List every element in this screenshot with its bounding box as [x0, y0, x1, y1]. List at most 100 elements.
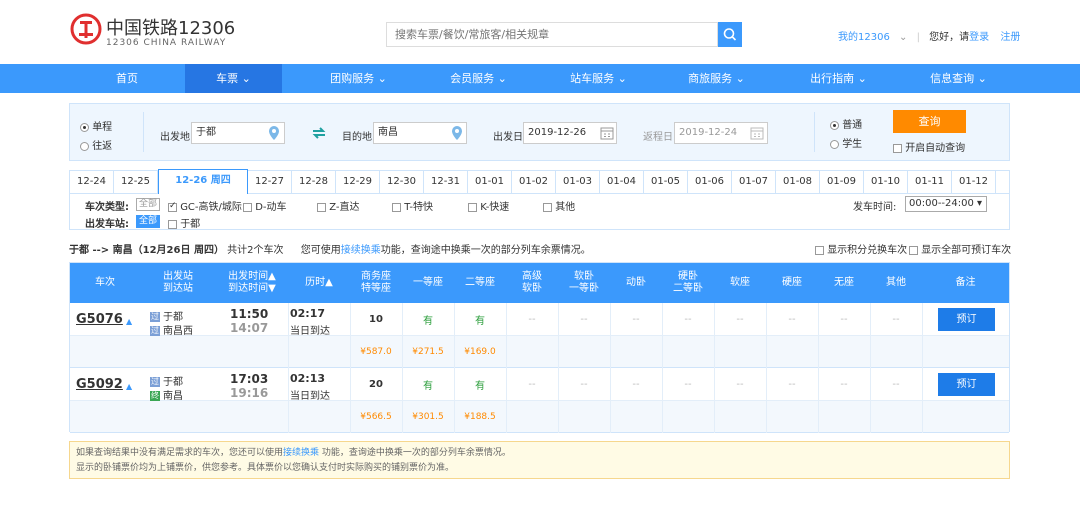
seat-availability[interactable]: 有 [402, 368, 454, 400]
notice-transfer-link[interactable]: 接续换乘 [283, 448, 319, 458]
date-tab[interactable]: 01-06 [688, 171, 732, 193]
seat-price: ¥188.5 [464, 411, 496, 422]
type-gc-option[interactable]: GC-高铁/城际 [168, 198, 242, 213]
login-link[interactable]: 登录 [969, 32, 989, 43]
date-tab[interactable]: 12-25 [114, 171, 158, 193]
type-z-option[interactable]: Z-直达 [317, 198, 359, 213]
railway-logo-icon[interactable] [70, 13, 102, 45]
seat-availability: -- [632, 378, 640, 390]
checkbox-icon [392, 202, 401, 212]
seat-price: ¥566.5 [360, 411, 392, 422]
nav-info[interactable]: 信息查询 ⌄ [910, 64, 1007, 93]
book-button[interactable]: 预订 [938, 373, 995, 396]
type-other-option[interactable]: 其他 [543, 198, 575, 213]
seat-availability: -- [528, 378, 536, 390]
date-tab[interactable]: 12-26 周四 [158, 169, 248, 194]
date-tab[interactable]: 01-05 [644, 171, 688, 193]
calendar-icon[interactable] [600, 126, 614, 140]
train-table: 车次 出发站 到达站 出发时间▲ 到达时间▼ 历时▲ 商务座 特等座 一等座 二等座 高级 软… [69, 262, 1010, 433]
date-tab[interactable]: 01-12 [952, 171, 996, 193]
date-tab[interactable]: 01-11 [908, 171, 952, 193]
nav-label: 团购服务 [330, 72, 375, 85]
expand-arrow-icon[interactable]: ▲ [126, 382, 132, 391]
normal-option[interactable]: 普通 [830, 116, 862, 131]
search-button[interactable] [718, 22, 742, 47]
column-header[interactable]: 出发时间▲ 到达时间▼ [216, 263, 288, 303]
book-button[interactable]: 预订 [938, 308, 995, 331]
nav-label: 商旅服务 [688, 72, 733, 85]
my12306-link[interactable]: 我的12306 [838, 32, 890, 43]
seat-price: ¥169.0 [464, 346, 496, 357]
transfer-link[interactable]: 接续换乘 [341, 245, 381, 256]
column-header[interactable]: 历时▲ [288, 263, 350, 303]
seat-availability[interactable]: 有 [454, 368, 506, 400]
train-type-all[interactable]: 全部 [136, 198, 161, 211]
nav-business[interactable]: 商旅服务 ⌄ [668, 64, 765, 93]
nav-label: 站车服务 [570, 72, 615, 85]
round-trip-option[interactable]: 往返 [80, 137, 112, 152]
swap-stations-icon[interactable] [312, 127, 326, 139]
to-station[interactable]: 过南昌西 [150, 322, 193, 337]
seat-availability: -- [580, 378, 588, 390]
to-station[interactable]: 终南昌 [150, 387, 183, 402]
tip-prefix: 您可使用 [300, 245, 341, 256]
date-tab[interactable]: 12-31 [424, 171, 468, 193]
date-tab[interactable]: 12-29 [336, 171, 380, 193]
depart-station-label: 出发车站: [85, 219, 129, 230]
checkbox-icon [317, 202, 326, 212]
nav-home[interactable]: 首页 [88, 64, 166, 93]
depart-time-select[interactable]: 00:00--24:00 ▾ [905, 196, 987, 212]
date-tab[interactable]: 12-24 [70, 171, 114, 193]
one-way-label: 单程 [92, 122, 113, 133]
auto-query-option[interactable]: 开启自动查询 [893, 139, 965, 154]
station-option[interactable]: 于都 [168, 215, 200, 230]
date-tab[interactable]: 01-02 [512, 171, 556, 193]
date-tab[interactable]: 01-10 [864, 171, 908, 193]
seat-availability[interactable]: 有 [454, 303, 506, 335]
show-all-option[interactable]: 显示全部可预订车次 [909, 241, 1011, 256]
date-tab[interactable]: 01-08 [776, 171, 820, 193]
date-tab[interactable]: 01-09 [820, 171, 864, 193]
train-number[interactable]: G5076 [76, 312, 123, 327]
nav-tickets[interactable]: 车票 ⌄ [185, 64, 282, 93]
arrive-time: 14:07 [230, 321, 269, 335]
station-all[interactable]: 全部 [136, 215, 161, 228]
duration: 02:13 [290, 372, 326, 385]
train-number[interactable]: G5092 [76, 377, 123, 392]
show-points-option[interactable]: 显示积分兑换车次 [815, 241, 907, 256]
student-option[interactable]: 学生 [830, 135, 862, 150]
register-link[interactable]: 注册 [1000, 32, 1020, 43]
brand-name[interactable]: 中国铁路12306 [106, 14, 235, 40]
date-tab[interactable]: 12-27 [248, 171, 292, 193]
column-divider [922, 303, 923, 368]
nav-guide[interactable]: 出行指南 ⌄ [790, 64, 887, 93]
calendar-icon[interactable] [750, 126, 764, 140]
column-header: 软卧 一等卧 [569, 271, 599, 294]
seat-availability: -- [580, 313, 588, 325]
type-t-option[interactable]: T-特快 [392, 198, 433, 213]
date-tab[interactable]: 12-28 [292, 171, 336, 193]
nav-group[interactable]: 团购服务 ⌄ [310, 64, 407, 93]
site-search-input[interactable] [386, 22, 718, 47]
one-way-option[interactable]: 单程 [80, 118, 112, 133]
type-d-option[interactable]: D-动车 [243, 198, 287, 213]
date-tab[interactable]: 01-04 [600, 171, 644, 193]
from-station[interactable]: 过于都 [150, 308, 183, 323]
seat-availability[interactable]: 20 [350, 368, 402, 400]
expand-arrow-icon[interactable]: ▲ [126, 317, 132, 326]
chevron-down-icon: ⌄ [735, 72, 745, 85]
date-tab[interactable]: 12-30 [380, 171, 424, 193]
from-station[interactable]: 过于都 [150, 373, 183, 388]
nav-station[interactable]: 站车服务 ⌄ [550, 64, 647, 93]
date-tab[interactable]: 01-03 [556, 171, 600, 193]
date-tab[interactable]: 01-01 [468, 171, 512, 193]
type-k-option[interactable]: K-快速 [468, 198, 509, 213]
seat-availability[interactable]: 10 [350, 303, 402, 335]
nav-label: 车票 [216, 72, 239, 85]
query-button[interactable]: 查询 [893, 110, 966, 133]
date-tab[interactable]: 01-07 [732, 171, 776, 193]
nav-member[interactable]: 会员服务 ⌄ [430, 64, 527, 93]
table-header: 车次 出发站 到达站 出发时间▲ 到达时间▼ 历时▲ 商务座 特等座 一等座 二等座 高级 软… [70, 263, 1009, 303]
seat-availability[interactable]: 有 [402, 303, 454, 335]
return-date-value: 2019-12-24 [679, 127, 738, 138]
